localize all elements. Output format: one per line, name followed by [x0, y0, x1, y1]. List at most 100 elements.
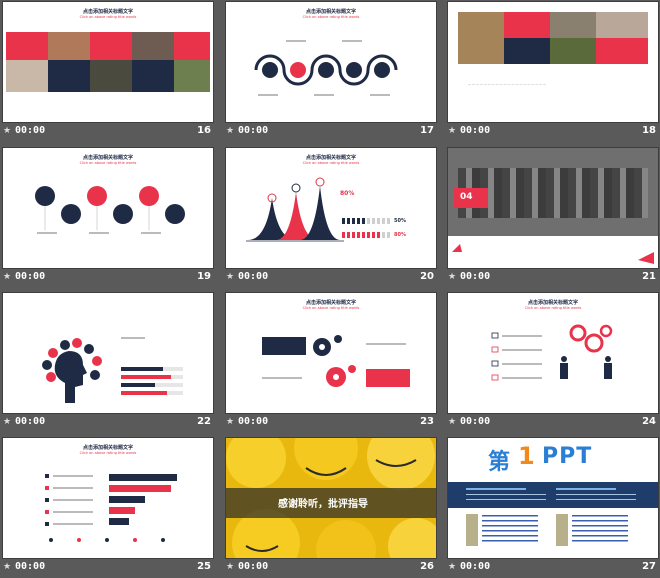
slide-title: 点击添加相关标题文字	[82, 9, 133, 15]
slide-number: 18	[642, 125, 656, 136]
navy-tile	[48, 60, 90, 92]
star-icon[interactable]: ★	[3, 272, 11, 282]
slide-thumb-18[interactable]: — — — — — — — — — — — — — — — — — — — — …	[448, 2, 658, 142]
slide-timing: 00:00	[15, 416, 46, 427]
slide-timing: 00:00	[238, 271, 269, 282]
star-icon[interactable]: ★	[3, 562, 11, 572]
photo-tile	[6, 60, 48, 92]
slide-info-bar: ★ 00:00 23	[226, 416, 436, 430]
slide-info-bar: ★ 00:00 20	[226, 271, 436, 285]
slide-thumb-21[interactable]: 04 ★ 00:00 21	[448, 148, 658, 288]
slide-thumb-24[interactable]: 点击添加相关标题文字 Click on above rating title w…	[448, 293, 658, 433]
percent-80: 80%	[340, 190, 355, 197]
slide-timing: 00:00	[460, 271, 491, 282]
slide-info-bar: ★ 00:00 25	[3, 561, 213, 575]
star-icon[interactable]: ★	[226, 126, 234, 136]
slide-subtitle: Click on above rating title words	[79, 15, 137, 19]
slide-preview[interactable]: 点击添加相关标题文字 Click on above rating title w…	[226, 2, 436, 122]
slide-thumb-25[interactable]: 点击添加相关标题文字 Click on above rating title w…	[3, 438, 213, 578]
head-icons-graphic	[42, 337, 183, 403]
slide-thumb-20[interactable]: 点击添加相关标题文字 Click on above rating title w…	[226, 148, 436, 288]
photo-tile	[596, 12, 648, 38]
percent-80b: 80%	[394, 232, 406, 238]
slide-preview[interactable]: 点击添加相关标题文字 Click on above rating title w…	[3, 2, 213, 122]
slide-timing: 00:00	[15, 561, 46, 572]
slide-preview[interactable]: 点击添加相关标题文字 Click on above rating title w…	[3, 148, 213, 268]
star-icon[interactable]: ★	[3, 417, 11, 427]
slide-timing: 00:00	[15, 271, 46, 282]
slide-number: 24	[642, 416, 656, 427]
slide-info-bar: ★ 00:00 24	[448, 416, 658, 430]
slide-number: 26	[420, 561, 434, 572]
slide-thumb-27[interactable]: 第 1 PPT ★ 00:00 27	[448, 438, 658, 578]
slide-thumb-19[interactable]: 点击添加相关标题文字 Click on above rating title w…	[3, 148, 213, 288]
body-text: — — — — — — — — — — — — — — — — — — — —	[468, 82, 547, 86]
slide-thumb-16[interactable]: 点击添加相关标题文字 Click on above rating title w…	[3, 2, 213, 142]
peak-chart-graphic	[246, 177, 390, 242]
slide-number: 19	[197, 271, 211, 282]
star-icon[interactable]: ★	[226, 562, 234, 572]
slide-thumb-26[interactable]: 感谢聆听，批评指导 ★ 00:00 26	[226, 438, 436, 578]
red-tile	[90, 32, 132, 60]
navy-tile	[132, 60, 174, 92]
slide-preview[interactable]: — — — — — — — — — — — — — — — — — — — —	[448, 2, 658, 122]
slide-timing: 00:00	[460, 416, 491, 427]
circle-steps-graphic	[35, 186, 185, 234]
slide-timing: 00:00	[460, 125, 491, 136]
star-icon[interactable]: ★	[3, 126, 11, 136]
gears-graphic	[262, 335, 406, 387]
photo-tile	[550, 12, 596, 38]
slide-number: 23	[420, 416, 434, 427]
slide-timing: 00:00	[238, 416, 269, 427]
photo-tile	[550, 38, 596, 64]
timeline-graphic	[254, 40, 398, 96]
star-icon[interactable]: ★	[226, 417, 234, 427]
slide-number: 22	[197, 416, 211, 427]
slide-number: 17	[420, 125, 434, 136]
slide-thumb-17[interactable]: 点击添加相关标题文字 Click on above rating title w…	[226, 2, 436, 142]
slide-number: 21	[642, 271, 656, 282]
photo-tile	[48, 32, 90, 60]
slide-number: 27	[642, 561, 656, 572]
slide-number: 20	[420, 271, 434, 282]
star-icon[interactable]: ★	[448, 417, 456, 427]
link-list-graphic	[466, 514, 628, 546]
slide-info-bar: ★ 00:00 22	[3, 416, 213, 430]
slide-number: 25	[197, 561, 211, 572]
star-icon[interactable]: ★	[448, 562, 456, 572]
navy-tile	[504, 38, 550, 64]
photo-tile	[458, 12, 504, 64]
slide-info-bar: ★ 00:00 27	[448, 561, 658, 575]
star-icon[interactable]: ★	[226, 272, 234, 282]
teamwork-gears-graphic	[491, 324, 613, 381]
star-icon[interactable]: ★	[448, 272, 456, 282]
slide-info-bar: ★ 00:00 18	[448, 125, 658, 139]
slide-thumb-22[interactable]: ★ 00:00 22	[3, 293, 213, 433]
slide-thumb-23[interactable]: 点击添加相关标题文字 Click on above rating title w…	[226, 293, 436, 433]
slide-timing: 00:00	[460, 561, 491, 572]
slide-sorter-grid: 点击添加相关标题文字 Click on above rating title w…	[0, 0, 660, 576]
slide-timing: 00:00	[15, 125, 46, 136]
slide-preview[interactable]: 点击添加相关标题文字 Click on above rating title w…	[226, 148, 436, 268]
slide-timing: 00:00	[238, 561, 269, 572]
bar-list-graphic	[45, 474, 177, 542]
slide-preview[interactable]: 点击添加相关标题文字 Click on above rating title w…	[448, 293, 658, 413]
photo-tile	[174, 60, 210, 92]
percent-50: 50%	[394, 218, 406, 224]
slide-preview[interactable]: 点击添加相关标题文字 Click on above rating title w…	[226, 293, 436, 413]
slide-preview[interactable]: 04	[448, 148, 658, 268]
slide-info-bar: ★ 00:00 19	[3, 271, 213, 285]
slide-preview[interactable]: 感谢聆听，批评指导	[226, 438, 436, 558]
slide-info-bar: ★ 00:00 26	[226, 561, 436, 575]
photo-tile	[90, 60, 132, 92]
star-icon[interactable]: ★	[448, 126, 456, 136]
slide-info-bar: ★ 00:00 17	[226, 125, 436, 139]
slide-preview[interactable]	[3, 293, 213, 413]
red-tile	[504, 12, 550, 38]
red-tile	[174, 32, 210, 60]
slide-preview[interactable]: 第 1 PPT	[448, 438, 658, 558]
slide-preview[interactable]: 点击添加相关标题文字 Click on above rating title w…	[3, 438, 213, 558]
red-tile	[596, 38, 648, 64]
slide-info-bar: ★ 00:00 16	[3, 125, 213, 139]
thanks-text: 感谢聆听，批评指导	[278, 499, 368, 510]
